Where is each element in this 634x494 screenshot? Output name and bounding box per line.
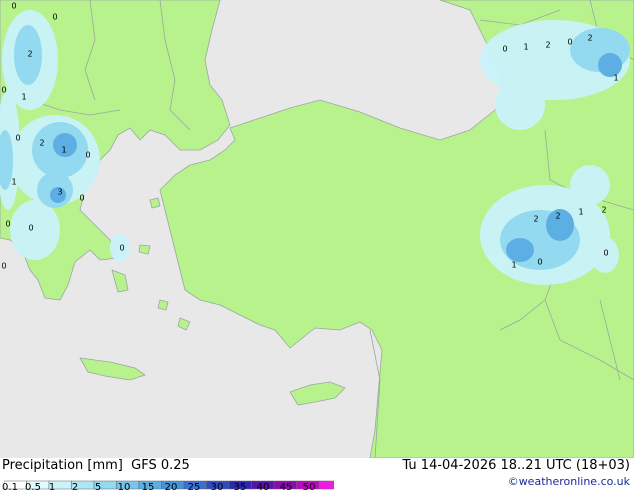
precip-value-label: 2 <box>533 215 538 224</box>
precip-value-label: 1 <box>11 178 16 187</box>
color-scale-tick-label: 50 <box>302 482 316 493</box>
map-canvas: 0 0 2 1 0 2 1 0 0 3 0 1 0 0 0 0 0 1 2 0 2 1 2 2 1 2 1 0 0 <box>0 0 634 458</box>
precip-value-label: 0 <box>5 220 10 229</box>
color-scale-tick-label: 1 <box>48 482 56 493</box>
precip-value-label: 2 <box>27 50 32 59</box>
color-scale-tick-label: 45 <box>279 482 293 493</box>
color-scale-tick-label: 25 <box>187 482 201 493</box>
precipitation-map: 0 0 2 1 0 2 1 0 0 3 0 1 0 0 0 0 0 1 2 0 2 1 2 2 1 2 1 0 0 <box>0 0 634 458</box>
precip-value-label: 0 <box>1 262 6 271</box>
precip-value-label: 2 <box>39 139 44 148</box>
precip-value-label: 0 <box>28 224 33 233</box>
color-scale-tick-label: 30 <box>210 482 224 493</box>
precip-value-label: 0 <box>11 2 16 11</box>
precip-value-label: 0 <box>1 86 6 95</box>
color-scale-tick-label: 5 <box>94 482 102 493</box>
precip-value-label: 1 <box>61 146 66 155</box>
precip-value-label: 0 <box>603 249 608 258</box>
precip-value-label: 1 <box>613 74 618 83</box>
precip-value-label: 0 <box>15 134 20 143</box>
precip-value-label: 2 <box>601 206 606 215</box>
color-scale-tick-label: 20 <box>164 482 178 493</box>
map-footer: Precipitation [mm] GFS 0.25 Tu 14-04-202… <box>0 458 634 493</box>
precip-value-label: 1 <box>511 261 516 270</box>
precip-value-label: 2 <box>545 41 550 50</box>
valid-time: Tu 14-04-2026 18..21 UTC (18+03) <box>402 458 630 473</box>
precip-value-label: 0 <box>537 258 542 267</box>
precip-value-label: 0 <box>119 244 124 253</box>
precip-value-label: 0 <box>52 13 57 22</box>
precip-value-label: 0 <box>567 38 572 47</box>
precip-value-label: 1 <box>578 208 583 217</box>
color-scale-tick-label: 0.5 <box>25 482 41 493</box>
precip-value-label: 2 <box>555 212 560 221</box>
map-title: Precipitation [mm] GFS 0.25 <box>2 458 190 473</box>
color-scale-tick-label: 35 <box>233 482 247 493</box>
precip-value-label: 3 <box>57 188 62 197</box>
precip-value-label: 0 <box>502 45 507 54</box>
color-scale-tick-label: 10 <box>117 482 131 493</box>
color-scale-tick-label: 2 <box>71 482 79 493</box>
color-scale-tick-label: 15 <box>141 482 155 493</box>
color-scale-swatch <box>318 480 342 490</box>
color-scale-tick-label: 0.1 <box>2 482 18 493</box>
color-scale-tick-label: 40 <box>256 482 270 493</box>
precip-value-label: 0 <box>79 194 84 203</box>
credit-link[interactable]: ©weatheronline.co.uk <box>508 475 630 488</box>
precip-value-label: 0 <box>85 151 90 160</box>
precip-value-label: 1 <box>21 93 26 102</box>
precip-value-label: 1 <box>523 43 528 52</box>
precip-value-label: 2 <box>587 34 592 43</box>
